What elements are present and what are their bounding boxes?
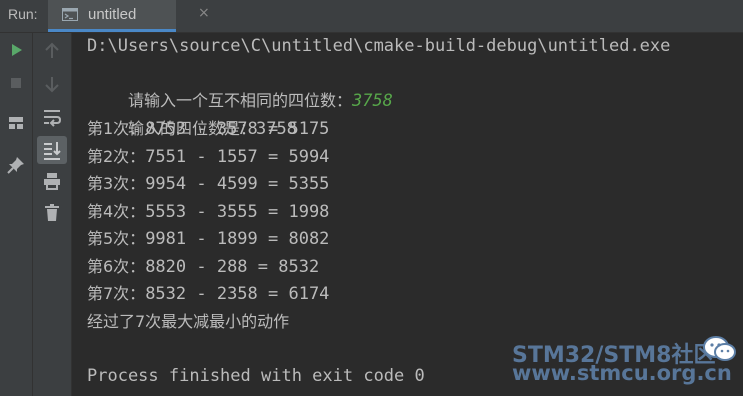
console-window-icon <box>62 8 78 21</box>
run-label: Run: <box>8 6 38 22</box>
step-label: 第1次： <box>87 119 146 138</box>
step-expression: 8532 - 2358 = 6174 <box>145 284 330 304</box>
step-expression: 7551 - 1557 = 5994 <box>145 147 330 167</box>
process-finished-line: Process finished with exit code 0 <box>87 366 425 386</box>
step-line: 第5次：9981 - 1899 = 8082 <box>87 225 329 252</box>
step-expression: 8820 - 288 = 8532 <box>145 257 320 277</box>
step-label: 第5次： <box>87 229 146 248</box>
tab-label: untitled <box>88 6 137 23</box>
summary-text: 经过了7次最大减最小的动作 <box>87 312 290 331</box>
summary-line: 经过了7次最大减最小的动作 <box>87 308 289 335</box>
run-toolwindow-header: Run: untitled × <box>0 0 743 33</box>
step-label: 第7次： <box>87 284 146 303</box>
step-line: 第3次：9954 - 4599 = 5355 <box>87 170 329 197</box>
step-line: 第7次：8532 - 2358 = 6174 <box>87 280 329 307</box>
stop-icon[interactable] <box>4 71 28 95</box>
wechat-logo-icon <box>703 336 736 361</box>
step-label: 第2次： <box>87 147 146 166</box>
step-expression: 5553 - 3555 = 1998 <box>145 202 330 222</box>
prompt-line: 请输入一个互不相同的四位数：3758 <box>87 60 393 111</box>
input-echo-line: 输入的四位数是：3758 <box>87 88 297 139</box>
layout-icon[interactable] <box>4 111 28 135</box>
arrow-down-icon[interactable] <box>40 72 64 96</box>
step-line: 第2次：7551 - 1557 = 5994 <box>87 143 329 170</box>
step-label: 第3次： <box>87 174 146 193</box>
soft-wrap-icon[interactable] <box>40 105 64 129</box>
step-line: 第1次：8753 - 3578 = 5175 <box>87 115 329 142</box>
step-expression: 8753 - 3578 = 5175 <box>145 119 330 139</box>
step-expression: 9954 - 4599 = 5355 <box>145 174 330 194</box>
step-line: 第4次：5553 - 3555 = 1998 <box>87 198 329 225</box>
print-icon[interactable] <box>40 169 64 193</box>
run-toolbar-primary <box>0 33 33 396</box>
trash-icon[interactable] <box>40 201 64 225</box>
watermark-line2: www.stmcu.org.cn <box>512 361 732 385</box>
pin-icon[interactable] <box>4 153 28 177</box>
tab-untitled[interactable]: untitled × <box>48 0 210 32</box>
run-toolbar-secondary <box>33 33 72 396</box>
executable-path-line: D:\Users\source\C\untitled\cmake-build-d… <box>87 36 671 56</box>
step-label: 第6次： <box>87 257 146 276</box>
scroll-to-end-icon[interactable] <box>37 136 67 164</box>
step-expression: 9981 - 1899 = 8082 <box>145 229 330 249</box>
play-icon[interactable] <box>4 38 28 62</box>
arrow-up-icon[interactable] <box>40 39 64 63</box>
step-line: 第6次：8820 - 288 = 8532 <box>87 253 319 280</box>
close-icon[interactable]: × <box>198 5 210 21</box>
step-label: 第4次： <box>87 202 146 221</box>
user-input-value: 3758 <box>351 91 393 111</box>
